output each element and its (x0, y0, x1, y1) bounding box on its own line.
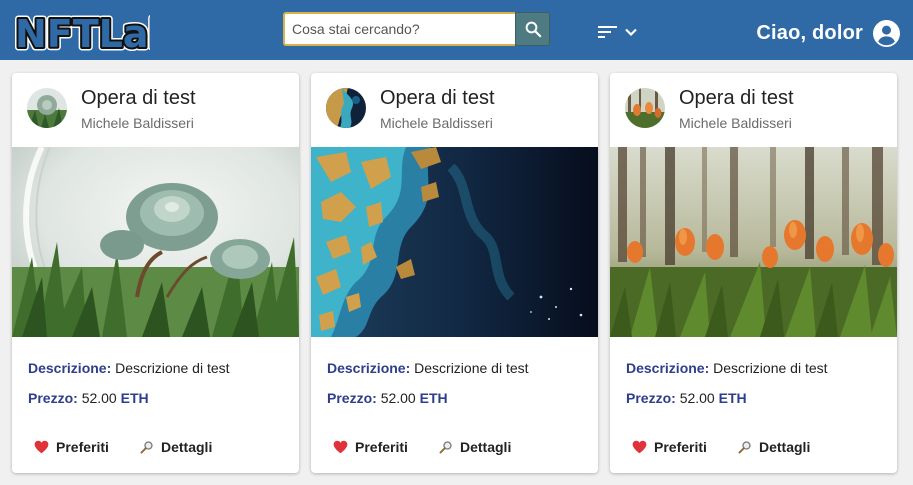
nft-card: Opera di test Michele Baldisseri Descriz… (12, 73, 299, 473)
card-price: Prezzo: 52.00 ETH (28, 390, 149, 406)
favorite-label: Preferiti (56, 439, 109, 455)
price-label: Prezzo: (327, 390, 377, 406)
details-label: Dettagli (161, 439, 213, 455)
avatar (625, 88, 665, 128)
card-header: Opera di test Michele Baldisseri (12, 73, 299, 147)
card-title: Opera di test (380, 87, 495, 109)
favorite-button[interactable]: Preferiti (34, 433, 109, 461)
price-currency: ETH (718, 390, 747, 406)
sort-icon (598, 26, 617, 38)
description-value: Descrizione di test (414, 360, 529, 376)
card-description: Descrizione: Descrizione di test (28, 360, 230, 376)
card-title: Opera di test (81, 87, 196, 109)
card-image-succulent-terrarium[interactable] (12, 147, 299, 337)
magnifier-icon (738, 441, 751, 454)
favorite-button[interactable]: Preferiti (632, 433, 707, 461)
svg-text:NFTLab: NFTLab (15, 12, 150, 54)
search-icon (525, 21, 541, 38)
user-menu[interactable]: Ciao, dolor (756, 18, 900, 48)
price-value: 52.00 (679, 390, 715, 406)
nftlab-logo[interactable]: NFTLab NFTLab NFTLab (12, 6, 180, 60)
description-value: Descrizione di test (713, 360, 828, 376)
description-label: Descrizione: (327, 360, 411, 376)
avatar (27, 88, 67, 128)
price-label: Prezzo: (626, 390, 676, 406)
description-label: Descrizione: (626, 360, 710, 376)
app-bar: NFTLab NFTLab NFTLab Ciao, dolor (0, 0, 913, 60)
card-header: Opera di test Michele Baldisseri (311, 73, 598, 147)
price-label: Prezzo: (28, 390, 78, 406)
description-value: Descrizione di test (115, 360, 230, 376)
price-currency: ETH (419, 390, 448, 406)
heart-icon (34, 440, 49, 454)
card-image-tulip-field[interactable] (610, 147, 897, 337)
favorite-label: Preferiti (654, 439, 707, 455)
card-actions: Preferiti Dettagli (311, 433, 598, 461)
heart-icon (632, 440, 647, 454)
price-currency: ETH (120, 390, 149, 406)
magnifier-icon (439, 441, 452, 454)
account-circle-icon (873, 19, 900, 47)
card-description: Descrizione: Descrizione di test (626, 360, 828, 376)
card-price: Prezzo: 52.00 ETH (327, 390, 448, 406)
favorite-label: Preferiti (355, 439, 408, 455)
heart-icon (333, 440, 348, 454)
price-value: 52.00 (380, 390, 416, 406)
search-bar (283, 12, 550, 46)
chevron-down-icon (625, 28, 637, 36)
magnifier-icon (140, 441, 153, 454)
nft-card: Opera di test Michele Baldisseri Descriz… (311, 73, 598, 473)
nft-card: Opera di test Michele Baldisseri Descriz… (610, 73, 897, 473)
card-author: Michele Baldisseri (380, 115, 493, 131)
favorite-button[interactable]: Preferiti (333, 433, 408, 461)
search-input[interactable] (283, 12, 515, 46)
search-button[interactable] (515, 12, 550, 46)
card-actions: Preferiti Dettagli (610, 433, 897, 461)
user-greeting: Ciao, dolor (756, 21, 863, 44)
details-button[interactable]: Dettagli (439, 433, 511, 461)
details-button[interactable]: Dettagli (738, 433, 810, 461)
sort-menu-button[interactable] (598, 21, 642, 43)
details-button[interactable]: Dettagli (140, 433, 212, 461)
details-label: Dettagli (759, 439, 811, 455)
price-value: 52.00 (81, 390, 117, 406)
description-label: Descrizione: (28, 360, 112, 376)
card-image-ocean-satellite[interactable] (311, 147, 598, 337)
card-title: Opera di test (679, 87, 794, 109)
details-label: Dettagli (460, 439, 512, 455)
avatar (326, 88, 366, 128)
card-author: Michele Baldisseri (679, 115, 792, 131)
card-header: Opera di test Michele Baldisseri (610, 73, 897, 147)
card-description: Descrizione: Descrizione di test (327, 360, 529, 376)
card-price: Prezzo: 52.00 ETH (626, 390, 747, 406)
card-author: Michele Baldisseri (81, 115, 194, 131)
card-actions: Preferiti Dettagli (12, 433, 299, 461)
